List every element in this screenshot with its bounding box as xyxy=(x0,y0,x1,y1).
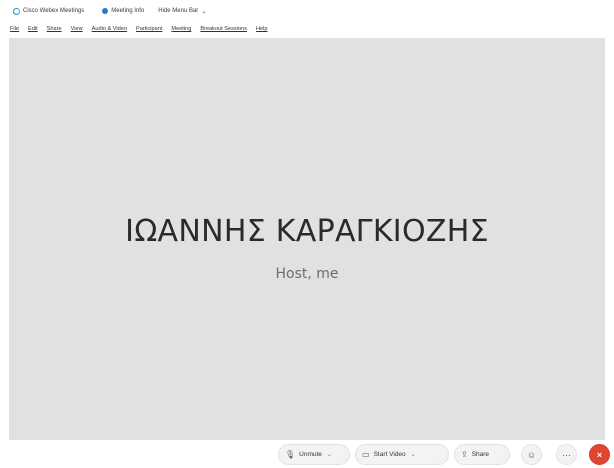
video-stage: ΙΩΑΝΝΗΣ ΚΑΡΑΓΚΙΟΖΗΣ Host, me xyxy=(9,38,605,440)
more-icon: ··· xyxy=(562,449,571,460)
title-bar: Cisco Webex Meetings Meeting Info Hide M… xyxy=(0,0,614,22)
menu-edit[interactable]: Edit xyxy=(26,25,40,33)
participant-name: ΙΩΑΝΝΗΣ ΚΑΡΑΓΚΙΟΖΗΣ xyxy=(125,214,489,249)
menu-audio-video[interactable]: Audio & Video xyxy=(90,25,129,33)
app-title: Cisco Webex Meetings xyxy=(13,7,85,15)
info-icon xyxy=(102,8,109,14)
chevron-down-icon: ⌄ xyxy=(201,8,207,15)
menu-breakout-sessions[interactable]: Breakout Sessions xyxy=(198,25,249,33)
meeting-info-button[interactable]: Meeting Info xyxy=(102,8,144,14)
share-button[interactable]: ⇪ Share xyxy=(454,444,510,465)
smiley-icon: ☺ xyxy=(526,449,537,460)
webex-logo-icon xyxy=(13,7,20,15)
app-name: Cisco Webex Meetings xyxy=(23,8,85,14)
unmute-button[interactable]: 🎙 Unmute ⌄ xyxy=(278,444,350,465)
menu-bar: File Edit Share View Audio & Video Parti… xyxy=(0,22,614,36)
more-options-button[interactable]: ··· xyxy=(556,444,577,465)
webex-meeting-window: Cisco Webex Meetings Meeting Info Hide M… xyxy=(0,0,614,468)
leave-meeting-button[interactable]: × xyxy=(589,444,610,465)
reactions-button[interactable]: ☺ xyxy=(521,444,542,465)
start-video-button[interactable]: ▭ Start Video ⌄ xyxy=(355,444,449,465)
unmute-label: Unmute xyxy=(299,451,322,458)
menu-share[interactable]: Share xyxy=(45,25,64,33)
menu-participant[interactable]: Participant xyxy=(134,25,164,33)
menu-file[interactable]: File xyxy=(8,25,21,33)
start-video-label: Start Video xyxy=(373,451,406,458)
microphone-muted-icon: 🎙 xyxy=(285,450,296,459)
video-camera-off-icon: ▭ xyxy=(362,450,370,459)
participant-role: Host, me xyxy=(275,266,339,282)
meeting-info-label: Meeting Info xyxy=(111,8,145,14)
share-label: Share xyxy=(471,451,490,458)
menu-help[interactable]: Help xyxy=(254,25,270,33)
hide-menu-bar-button[interactable]: Hide Menu Bar ⌄ xyxy=(158,8,206,15)
video-options-chevron-icon[interactable]: ⌄ xyxy=(411,451,416,458)
meeting-controls-bar: 🎙 Unmute ⌄ ▭ Start Video ⌄ ⇪ Share ☺ ···… xyxy=(0,440,614,468)
audio-options-chevron-icon[interactable]: ⌄ xyxy=(327,451,332,458)
close-icon: × xyxy=(596,449,603,460)
menu-meeting[interactable]: Meeting xyxy=(169,25,193,33)
menu-view[interactable]: View xyxy=(69,25,85,33)
share-screen-icon: ⇪ xyxy=(461,450,468,459)
hide-menu-bar-label: Hide Menu Bar xyxy=(158,8,199,14)
